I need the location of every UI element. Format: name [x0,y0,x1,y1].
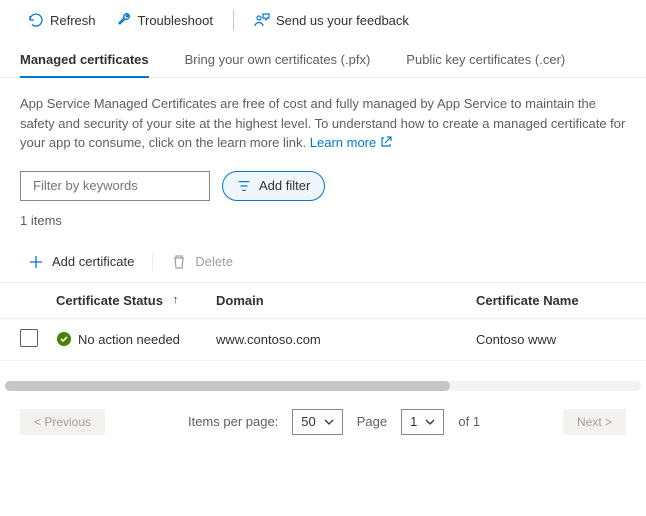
person-feedback-icon [254,12,270,28]
chevron-down-icon [324,417,334,427]
troubleshoot-button[interactable]: Troubleshoot [108,8,221,32]
page-select[interactable]: 1 [401,409,444,435]
chevron-down-icon [425,417,435,427]
previous-button[interactable]: < Previous [20,409,105,435]
page-label: Page [357,414,387,429]
items-per-page-select[interactable]: 50 [292,409,342,435]
tab-public-key[interactable]: Public key certificates (.cer) [406,44,565,77]
certificate-name-text: Contoso www [476,332,626,347]
domain-text: www.contoso.com [216,332,476,347]
scrollbar-thumb[interactable] [5,381,450,391]
delete-button: Delete [163,250,241,274]
search-input-container[interactable] [20,171,210,201]
next-button[interactable]: Next > [563,409,626,435]
tab-managed-certificates[interactable]: Managed certificates [20,44,149,77]
external-link-icon [380,136,392,148]
add-certificate-button[interactable]: Add certificate [20,250,142,274]
troubleshoot-label: Troubleshoot [138,13,213,28]
header-status[interactable]: Certificate Status ↑ [56,293,216,308]
table-row: No action needed www.contoso.com Contoso… [0,319,646,361]
search-input[interactable] [33,178,209,193]
sort-ascending-icon: ↑ [173,294,179,306]
table-header-row: Certificate Status ↑ Domain Certificate … [0,283,646,319]
learn-more-link[interactable]: Learn more [310,135,392,150]
horizontal-scrollbar[interactable] [5,381,641,391]
description-text: App Service Managed Certificates are fre… [0,78,646,161]
filter-icon [237,179,251,193]
header-name[interactable]: Certificate Name [476,293,626,308]
of-text: of 1 [458,414,480,429]
tab-bring-your-own[interactable]: Bring your own certificates (.pfx) [185,44,371,77]
item-count: 1 items [0,207,646,242]
refresh-button[interactable]: Refresh [20,8,104,32]
plus-icon [28,254,44,270]
wrench-icon [116,12,132,28]
refresh-icon [28,12,44,28]
trash-icon [171,254,187,270]
items-per-page-label: Items per page: [188,414,278,429]
status-text: No action needed [78,332,180,347]
add-filter-button[interactable]: Add filter [222,171,325,201]
row-checkbox[interactable] [20,329,38,347]
feedback-label: Send us your feedback [276,13,409,28]
toolbar-divider [233,10,234,30]
refresh-label: Refresh [50,13,96,28]
success-check-icon [56,331,72,347]
actions-divider [152,253,153,271]
header-domain[interactable]: Domain [216,293,476,308]
feedback-button[interactable]: Send us your feedback [246,8,417,32]
